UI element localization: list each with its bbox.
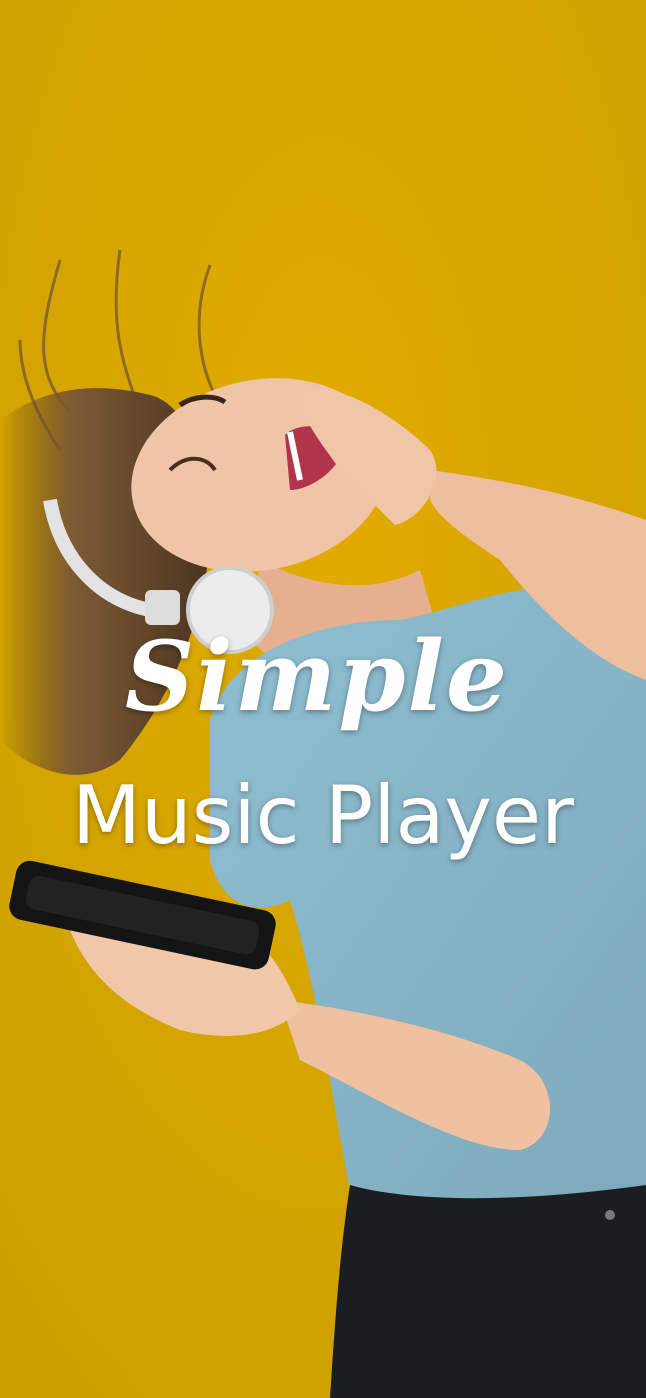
app-title: Simple Music Player	[0, 612, 646, 866]
pants-rivet	[605, 1210, 615, 1220]
title-script: Simple	[124, 620, 510, 733]
pants	[330, 1185, 646, 1398]
title-sub: Music Player	[72, 769, 574, 862]
